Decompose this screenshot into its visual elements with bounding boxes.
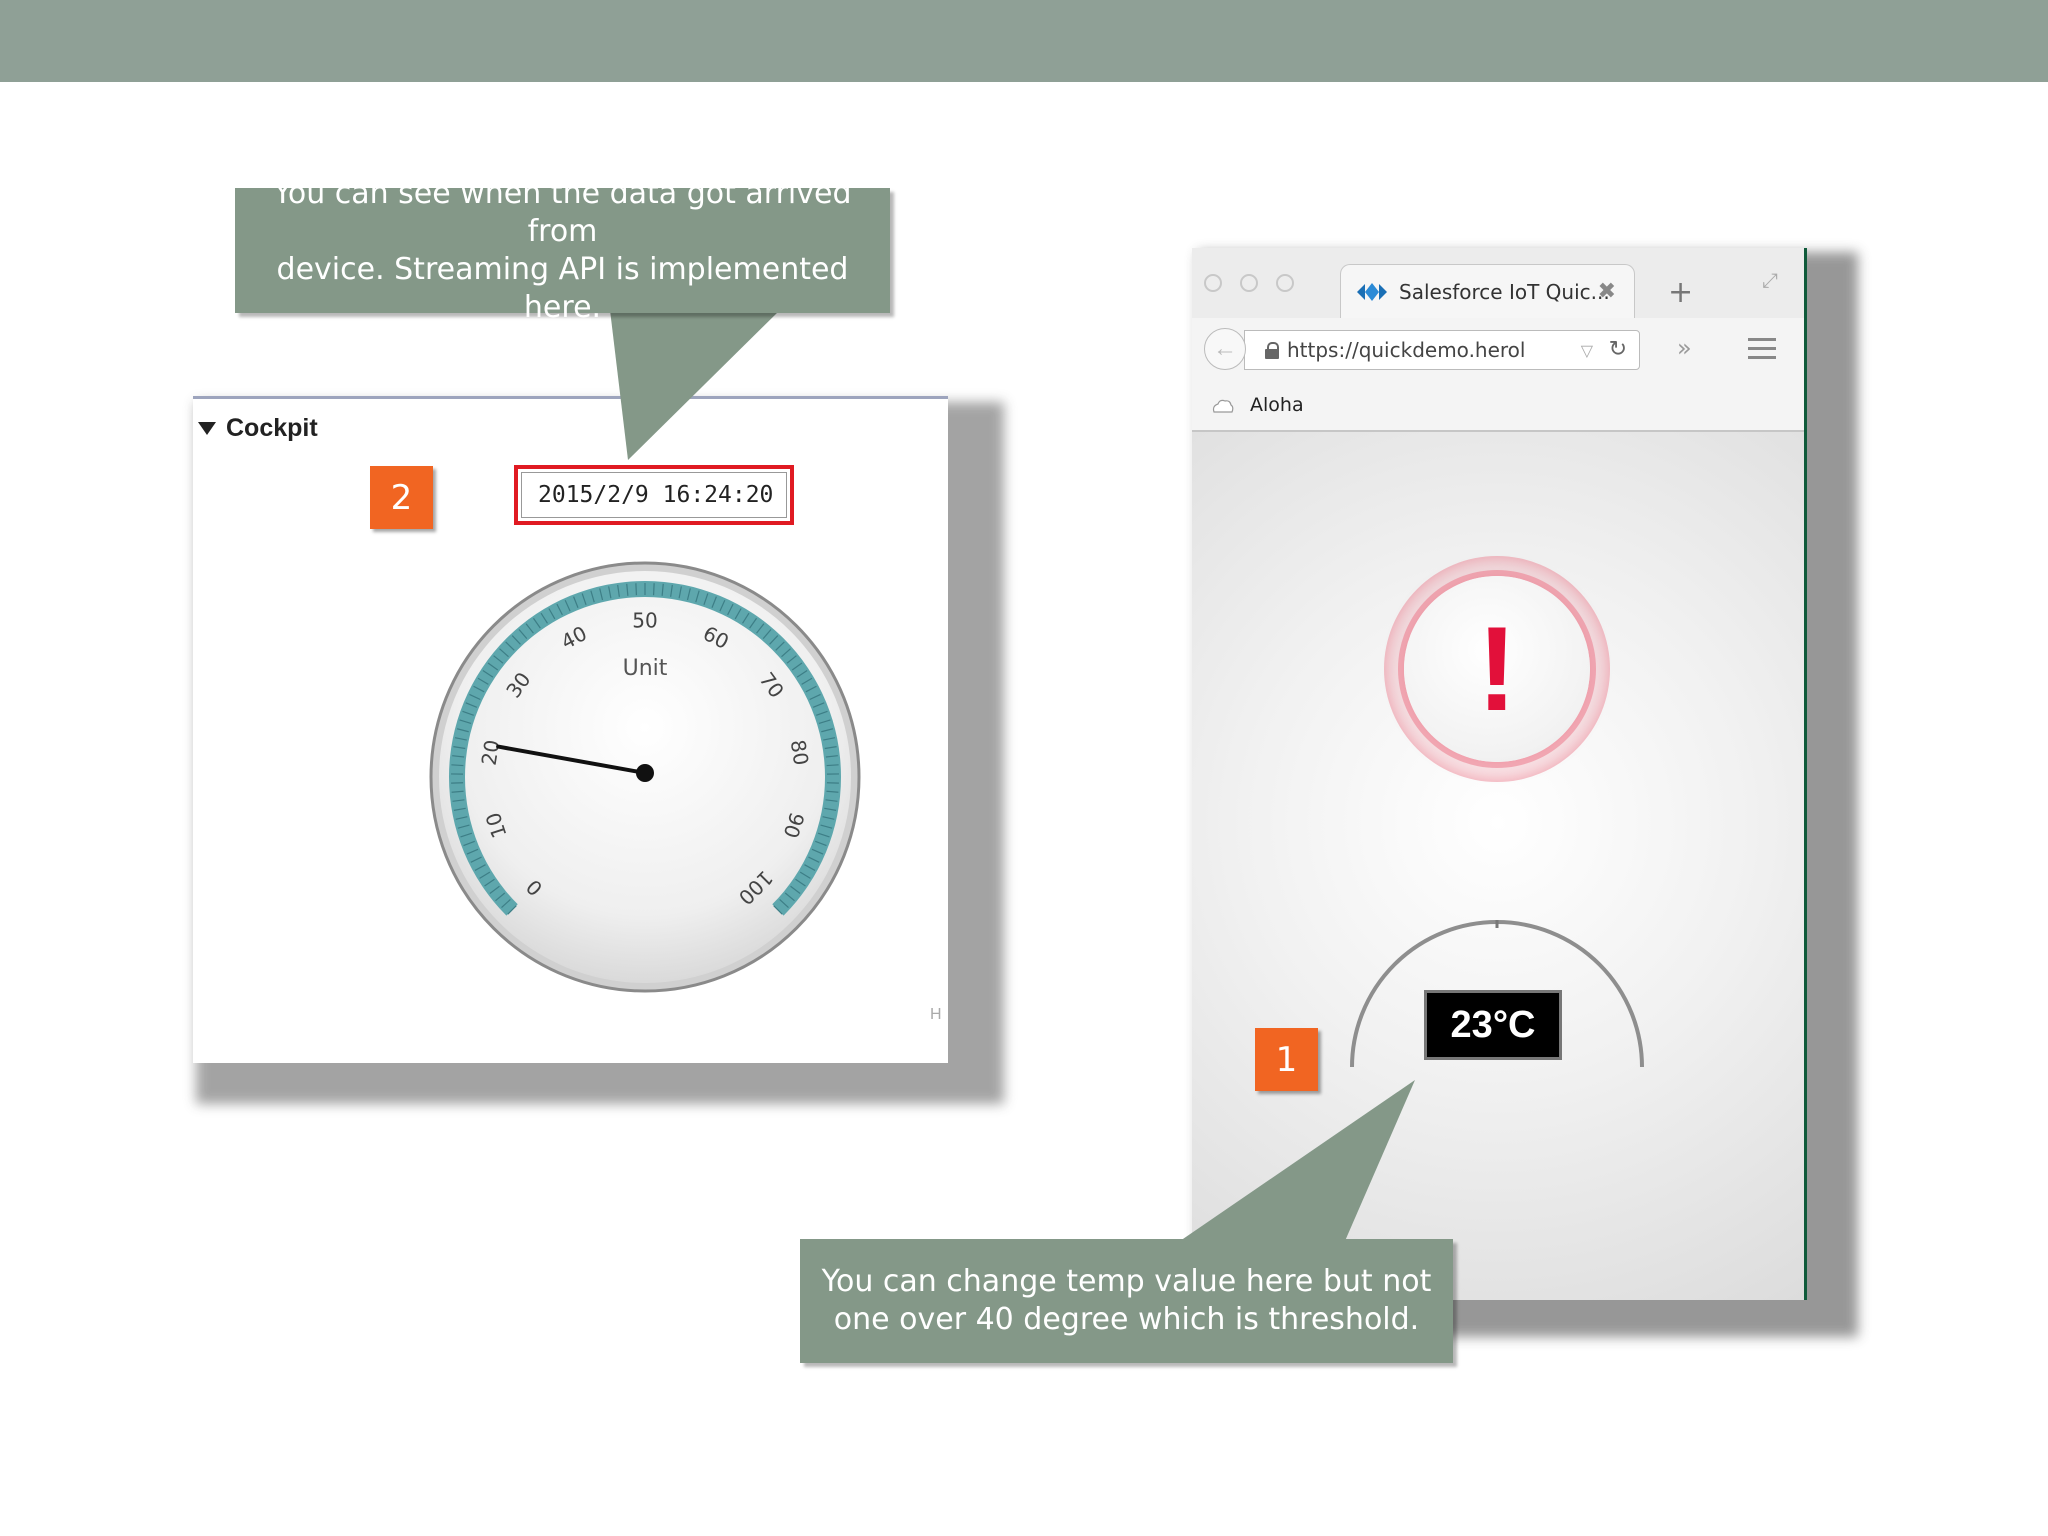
site-favicon-icon	[1357, 282, 1387, 301]
tab-close-icon[interactable]: ✖	[1598, 279, 1616, 304]
callout-temperature-threshold: You can change temp value here but not o…	[800, 1239, 1453, 1363]
new-tab-button[interactable]: +	[1668, 278, 1693, 308]
browser-tab[interactable]: Salesforce IoT Quic... ✖	[1340, 264, 1635, 318]
url-text: https://quickdemo.herol	[1287, 338, 1526, 362]
lock-icon	[1265, 342, 1279, 359]
url-dropdown-icon[interactable]: ▽	[1581, 341, 1593, 361]
arrow-left-icon: ←	[1213, 335, 1237, 362]
gauge-tick-label: 80	[786, 738, 814, 767]
cockpit-title: Cockpit	[226, 414, 318, 442]
step-badge-2: 2	[370, 466, 433, 529]
slide-header-bar	[0, 0, 2048, 82]
gauge-tick-label: 20	[477, 738, 505, 767]
gauge-unit-label: Unit	[623, 656, 668, 681]
zoom-window-button[interactable]	[1276, 274, 1294, 292]
browser-toolbar: https://quickdemo.herol ▽ ↻ ← »	[1192, 318, 1804, 380]
triangle-down-icon	[198, 422, 216, 435]
browser-titlebar: Salesforce IoT Quic... ✖ + ⤢	[1192, 248, 1804, 318]
url-bar[interactable]: https://quickdemo.herol ▽ ↻	[1244, 330, 1640, 370]
fullscreen-icon[interactable]: ⤢	[1762, 270, 1778, 293]
alert-button[interactable]: !	[1404, 576, 1590, 762]
step-badge-1: 1	[1255, 1028, 1318, 1091]
back-button[interactable]: ←	[1204, 328, 1246, 370]
browser-window: Salesforce IoT Quic... ✖ + ⤢ https://qui…	[1192, 248, 1807, 1300]
cockpit-section-toggle[interactable]: Cockpit	[198, 414, 318, 443]
web-page-content: ! 23°C	[1192, 432, 1804, 1300]
exclamation-icon: !	[1477, 602, 1517, 736]
temperature-display: 23°C	[1424, 990, 1562, 1060]
callout-streaming-api: You can see when the data got arrived fr…	[235, 176, 890, 325]
bookmark-folder-icon	[1212, 399, 1234, 413]
gauge-tick-label: 50	[632, 609, 657, 633]
gauge-pivot	[636, 764, 654, 782]
dial-gauge: 0102030405060708090100 Unit	[429, 561, 861, 993]
cut-off-text: H	[930, 1006, 942, 1023]
minimize-window-button[interactable]	[1240, 274, 1258, 292]
timestamp-field: 2015/2/9 16:24:20	[514, 465, 794, 525]
hamburger-menu-icon[interactable]	[1748, 338, 1776, 365]
reload-icon[interactable]: ↻	[1609, 337, 1627, 362]
toolbar-overflow-icon[interactable]: »	[1677, 334, 1692, 362]
bookmarks-bar: Aloha	[1192, 380, 1804, 432]
bookmark-aloha[interactable]: Aloha	[1250, 394, 1304, 416]
close-window-button[interactable]	[1204, 274, 1222, 292]
tab-title: Salesforce IoT Quic...	[1399, 279, 1610, 304]
